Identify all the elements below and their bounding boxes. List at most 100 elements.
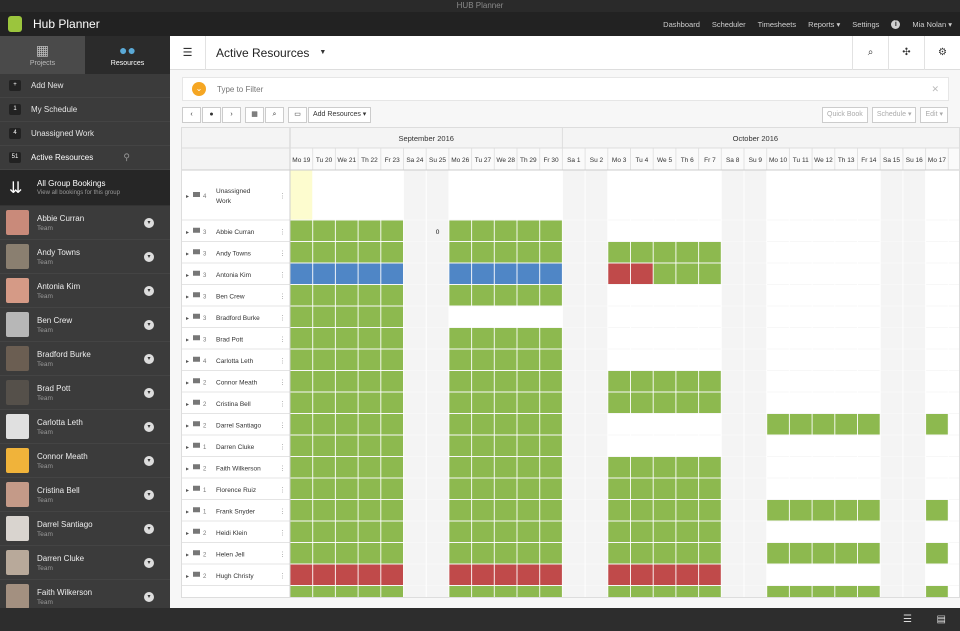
booking-bar[interactable] [448, 263, 563, 285]
expand-row-icon[interactable]: ▸ [186, 193, 189, 200]
booking-bar[interactable] [448, 220, 563, 242]
nav-reports[interactable]: Reports ▾ [808, 20, 840, 29]
booking-bar[interactable] [290, 242, 404, 263]
row-menu-icon[interactable]: ⋮ [279, 228, 286, 236]
chevron-down-icon[interactable]: ▾ [144, 524, 154, 534]
row-menu-icon[interactable]: ⋮ [279, 357, 286, 365]
chevron-down-icon[interactable]: ▾ [144, 388, 154, 398]
today-button[interactable]: ● [202, 106, 221, 123]
booking-bar[interactable] [290, 263, 404, 285]
search-icon[interactable]: ⚲ [123, 152, 130, 163]
booking-bar[interactable] [925, 586, 949, 598]
chevron-down-icon[interactable]: ▾ [144, 218, 154, 228]
person-row[interactable]: Faith Wilkerson Team ▾ [0, 580, 170, 608]
booking-bar[interactable] [925, 414, 949, 435]
row-menu-icon[interactable]: ⋮ [279, 486, 286, 494]
row-menu-icon[interactable]: ⋮ [279, 378, 286, 386]
expand-row-icon[interactable]: ▸ [186, 315, 189, 322]
screen-icon[interactable]: ▭ [288, 106, 307, 123]
prev-button[interactable]: ‹ [182, 106, 201, 123]
booking-bar[interactable] [448, 349, 563, 371]
booking-bar[interactable] [290, 478, 404, 500]
nav-settings[interactable]: Settings [852, 20, 879, 29]
booking-bar[interactable] [925, 543, 949, 564]
person-row[interactable]: Cristina Bell Team ▾ [0, 478, 170, 512]
booking-bar[interactable] [607, 392, 722, 414]
booking-bar[interactable] [607, 457, 722, 478]
row-menu-icon[interactable]: ⋮ [279, 292, 286, 300]
filter-input[interactable] [217, 84, 877, 94]
sidebar-item-unassigned-work[interactable]: 4 Unassigned Work [0, 122, 170, 146]
booking-bar[interactable] [290, 220, 404, 242]
nav-timesheets[interactable]: Timesheets [758, 20, 797, 29]
booking-bar[interactable] [290, 371, 404, 392]
booking-bar[interactable] [448, 371, 563, 392]
booking-bar[interactable] [290, 564, 404, 586]
zoom-icon[interactable]: ⌕ [265, 106, 284, 123]
row-menu-icon[interactable]: ⋮ [279, 335, 286, 343]
chevron-down-icon[interactable]: ▾ [144, 286, 154, 296]
booking-bar[interactable] [766, 414, 881, 435]
row-menu-icon[interactable]: ⋮ [279, 572, 286, 580]
person-row[interactable]: Darren Cluke Team ▾ [0, 546, 170, 580]
chevron-down-icon[interactable]: ▾ [144, 252, 154, 262]
row-menu-icon[interactable]: ⋮ [279, 192, 286, 200]
expand-row-icon[interactable]: ▸ [186, 444, 189, 451]
expand-row-icon[interactable]: ▸ [186, 508, 189, 515]
booking-bar[interactable] [448, 392, 563, 414]
quick-book-button[interactable]: Quick Book [822, 106, 868, 123]
person-row[interactable]: Bradford Burke Team ▾ [0, 342, 170, 376]
row-menu-icon[interactable]: ⋮ [279, 464, 286, 472]
booking-bar[interactable] [290, 500, 404, 521]
chevron-down-icon[interactable]: ▾ [144, 592, 154, 602]
booking-bar[interactable] [290, 392, 404, 414]
sidebar-item-active-resources[interactable]: 51 Active Resources ⚲ [0, 146, 170, 170]
title-dropdown-icon[interactable]: ▼ [319, 49, 326, 56]
tab-resources[interactable]: ●● Resources [85, 36, 170, 74]
row-menu-icon[interactable]: ⋮ [279, 400, 286, 408]
nav-scheduler[interactable]: Scheduler [712, 20, 746, 29]
expand-row-icon[interactable]: ▸ [186, 358, 189, 365]
person-row[interactable]: Darrel Santiago Team ▾ [0, 512, 170, 546]
sidebar-item-my-schedule[interactable]: 1 My Schedule [0, 98, 170, 122]
expand-row-icon[interactable]: ▸ [186, 465, 189, 472]
booking-bar[interactable] [607, 371, 722, 392]
chevron-down-icon[interactable]: ▾ [144, 422, 154, 432]
expand-row-icon[interactable]: ▸ [186, 250, 189, 257]
booking-bar[interactable] [290, 521, 404, 543]
booking-bar[interactable] [290, 435, 404, 457]
person-row[interactable]: Andy Towns Team ▾ [0, 240, 170, 274]
tab-projects[interactable]: ▦ Projects [0, 36, 85, 74]
person-row[interactable]: Ben Crew Team ▾ [0, 308, 170, 342]
expand-row-icon[interactable]: ▸ [186, 573, 189, 580]
booking-bar[interactable] [290, 586, 404, 598]
person-row[interactable]: Brad Pott Team ▾ [0, 376, 170, 410]
document-icon[interactable]: ▤ [937, 614, 946, 625]
booking-bar[interactable] [653, 263, 722, 285]
booking-bar[interactable] [607, 242, 722, 263]
expand-row-icon[interactable]: ▸ [186, 379, 189, 386]
booking-bar[interactable] [607, 478, 722, 500]
booking-bar[interactable] [766, 500, 881, 521]
booking-bar[interactable] [290, 543, 404, 564]
booking-bar[interactable] [448, 586, 563, 598]
booking-bar[interactable] [448, 435, 563, 457]
group-bookings[interactable]: ⇊ All Group Bookings View all bookings f… [0, 170, 170, 206]
chevron-down-icon[interactable]: ▾ [144, 320, 154, 330]
schedule-button[interactable]: Schedule ▾ [871, 106, 917, 123]
user-menu[interactable]: Mia Nolan ▾ [912, 20, 952, 29]
chevron-down-icon[interactable]: ▾ [144, 558, 154, 568]
expand-row-icon[interactable]: ▸ [186, 336, 189, 343]
chevron-down-icon[interactable]: ▾ [144, 354, 154, 364]
expand-row-icon[interactable]: ▸ [186, 530, 189, 537]
row-menu-icon[interactable]: ⋮ [279, 550, 286, 558]
row-menu-icon[interactable]: ⋮ [279, 529, 286, 537]
collapse-sidebar-icon[interactable]: ☰ [170, 36, 206, 70]
chevron-down-icon[interactable]: ⌄ [192, 82, 206, 96]
booking-bar[interactable] [448, 457, 563, 478]
sidebar-item-add-new[interactable]: + Add New [0, 74, 170, 98]
edit-button[interactable]: Edit ▾ [920, 106, 948, 123]
row-menu-icon[interactable]: ⋮ [279, 271, 286, 279]
booking-bar[interactable] [448, 478, 563, 500]
booking-bar[interactable] [607, 564, 722, 586]
